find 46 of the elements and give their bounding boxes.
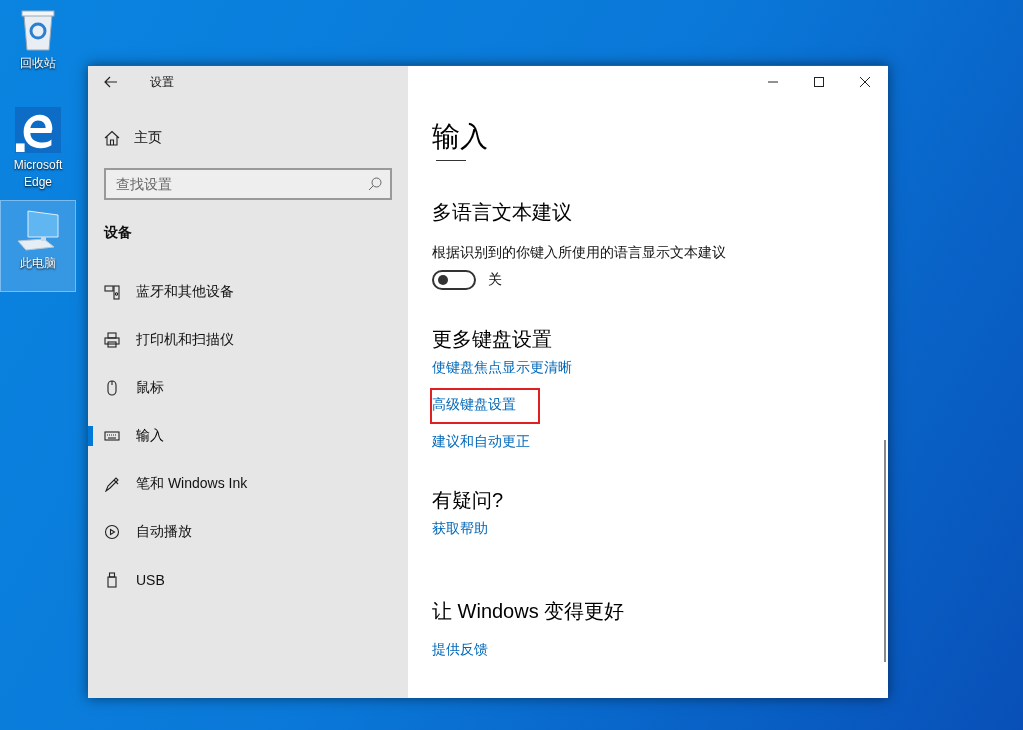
- keyboard-and-speaker-icon: [104, 284, 120, 300]
- sidebar-item[interactable]: 笔和 Windows Ink: [88, 460, 408, 508]
- settings-link[interactable]: 使键盘焦点显示更清晰: [432, 359, 572, 377]
- recycle-bin-icon: [18, 7, 58, 51]
- computer-icon: [14, 207, 62, 251]
- usb-drive-icon: [104, 572, 120, 588]
- home-icon: [104, 130, 120, 146]
- setting-description: 根据识别到的你键入所使用的语言显示文本建议: [432, 244, 726, 262]
- window-title: 设置: [150, 73, 174, 91]
- sidebar-item[interactable]: 鼠标: [88, 364, 408, 412]
- pen-icon: [104, 476, 120, 492]
- settings-link[interactable]: 高级键盘设置: [432, 390, 538, 422]
- search-icon: [368, 177, 382, 191]
- sidebar-item[interactable]: 输入: [88, 412, 408, 460]
- section-heading: 让 Windows 变得更好: [432, 599, 625, 624]
- toggle-switch[interactable]: [432, 270, 476, 290]
- edge-browser-icon: [14, 107, 62, 153]
- sidebar-item[interactable]: 自动播放: [88, 508, 408, 556]
- desktop-icon-label: 回收站: [20, 55, 56, 72]
- section-heading: 设备: [104, 224, 133, 242]
- desktop-icon[interactable]: 回收站: [0, 0, 76, 92]
- maximize-icon: [814, 77, 824, 87]
- desktop-icon-label: 此电脑: [20, 255, 56, 272]
- selection-indicator: [88, 426, 93, 446]
- home-nav-item[interactable]: 主页: [104, 122, 304, 154]
- section-heading: 多语言文本建议: [432, 200, 572, 225]
- mouse-icon: [104, 380, 120, 396]
- sidebar-item[interactable]: USB: [88, 556, 408, 604]
- desktop-icon-label: Microsoft Edge: [12, 157, 64, 191]
- back-arrow-icon: [104, 76, 118, 88]
- section-heading: 更多键盘设置: [432, 327, 552, 352]
- sidebar-item[interactable]: 蓝牙和其他设备: [88, 268, 408, 316]
- sidebar-item[interactable]: 打印机和扫描仪: [88, 316, 408, 364]
- desktop-icon[interactable]: Microsoft Edge: [0, 100, 76, 192]
- scrollbar[interactable]: [884, 440, 886, 662]
- toggle-state-label: 关: [488, 271, 502, 289]
- settings-link[interactable]: 提供反馈: [432, 641, 488, 659]
- section-heading: 有疑问?: [432, 488, 504, 513]
- keyboard-icon: [104, 428, 120, 444]
- printer-icon: [104, 332, 120, 348]
- page-title: 输入: [432, 120, 488, 154]
- play-circle-icon: [104, 524, 120, 540]
- close-icon: [860, 77, 870, 87]
- settings-link[interactable]: 获取帮助: [432, 520, 488, 538]
- search-field[interactable]: 查找设置: [104, 168, 392, 200]
- settings-link[interactable]: 建议和自动更正: [432, 433, 530, 451]
